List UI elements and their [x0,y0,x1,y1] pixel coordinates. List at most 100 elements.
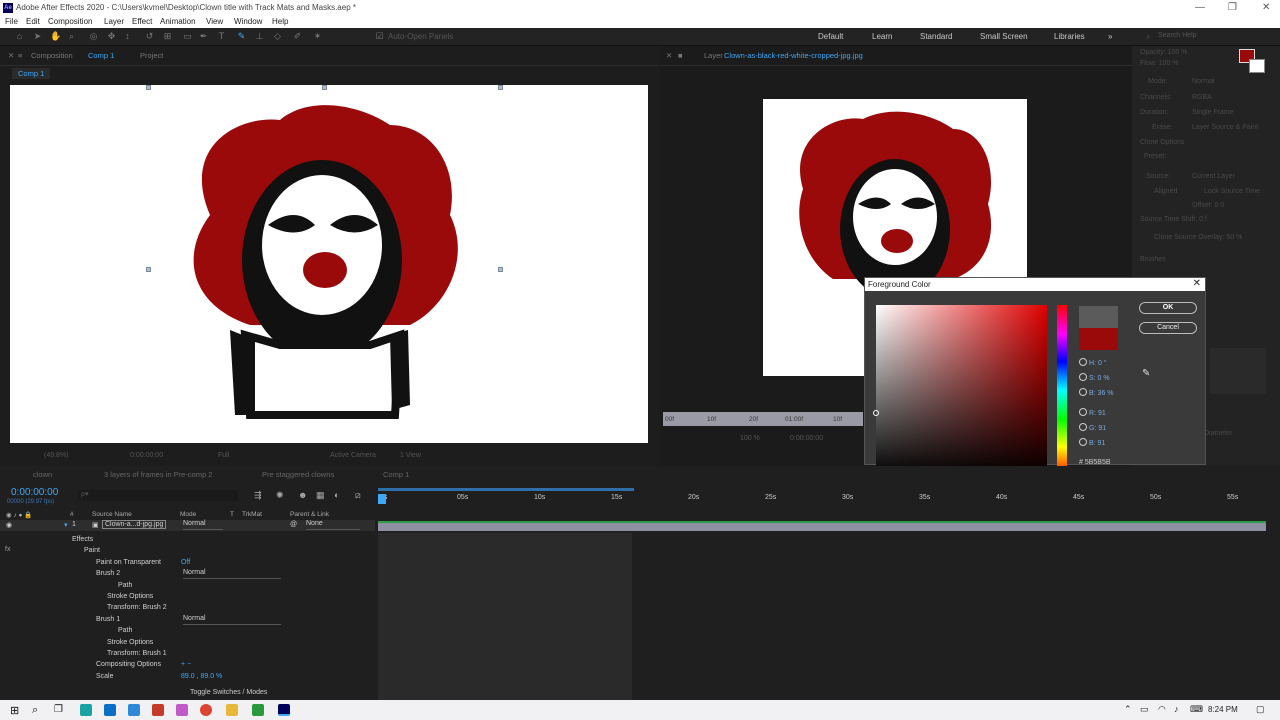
menu-effect[interactable]: Effect [132,17,152,26]
office-icon[interactable] [152,704,164,716]
saturation-radio[interactable]: S: 0 % [1079,373,1110,382]
search-icon[interactable]: ⌕ [32,704,44,716]
brush-mode-select[interactable]: Normal [183,615,281,625]
property-value[interactable]: 89.0 , 89.0 % [181,673,222,680]
cancel-button[interactable]: Cancel [1139,322,1197,334]
brightness-radio[interactable]: B: 36 % [1079,388,1114,397]
layer-tab-label[interactable]: Layer [704,51,723,60]
brightness-value[interactable]: B: 36 % [1089,390,1114,397]
channels-select[interactable]: RGBA [1192,94,1212,101]
brush-mode-select[interactable]: Normal [183,569,281,580]
comp-mini-flowchart-icon[interactable]: ⇶ [254,490,262,501]
clone-stamp-tool-icon[interactable]: ⊥ [254,31,265,42]
views-select[interactable]: 1 View [400,452,421,459]
rectangle-tool-icon[interactable]: ▭ [182,31,193,42]
eraser-tool-icon[interactable]: ◇ [272,31,283,42]
after-effects-taskbar-icon[interactable] [278,704,290,716]
workspace-default[interactable]: Default [818,32,843,41]
property-row[interactable]: Transform: Brush 1 [0,649,375,660]
rotate-tool-icon[interactable]: ↺ [144,31,155,42]
property-row[interactable]: Stroke Options [0,592,375,603]
property-row[interactable]: Stroke Options [0,638,375,649]
shy-layers-icon[interactable]: ☻ [298,490,307,500]
background-color-swatch[interactable] [1249,59,1265,73]
auto-open-checkbox[interactable]: ☑ [374,31,385,42]
eyedropper-icon[interactable]: ✎ [1142,368,1150,379]
expand-triangle-icon[interactable]: ▾ [64,521,68,529]
hex-value[interactable]: 5B5B5B [1085,459,1111,466]
transform-handle[interactable] [498,267,503,272]
source-time-shift[interactable]: Source Time Shift: 0 f [1140,216,1207,223]
blue-radio[interactable]: B: 91 [1079,438,1105,447]
timeline-tab-comp1[interactable]: Comp 1 [383,470,409,479]
transform-handle[interactable] [322,85,327,90]
motion-blur-icon[interactable]: ◐ [334,490,339,500]
chrome-icon[interactable] [200,704,212,716]
transform-handle[interactable] [146,85,151,90]
dolly-tool-icon[interactable]: ↕ [122,31,133,42]
selection-tool-icon[interactable]: ➤ [32,31,43,42]
duration-select[interactable]: Single Frame [1192,109,1234,116]
close-icon[interactable]: ✕ [1193,278,1201,289]
network-icon[interactable]: ▭ [1140,704,1149,715]
lock-source-time-checkbox[interactable]: Lock Source Time [1204,188,1260,195]
active-camera-select[interactable]: Active Camera [330,452,376,459]
current-time-display[interactable]: 0:00:00:00 [11,487,58,498]
layer-row[interactable]: ◉ ▾ 1 ▣ Clown-a...d-jpg.jpg Normal @ Non… [0,520,375,531]
layer-search-input[interactable]: ρ▾ [78,490,238,501]
roto-brush-tool-icon[interactable]: ✐ [292,31,303,42]
playhead[interactable] [378,494,386,504]
eye-icon[interactable]: ◉ [6,521,12,529]
store-icon[interactable] [128,704,140,716]
offset-field[interactable]: Offset: 0 0 [1192,202,1224,209]
orbit-tool-icon[interactable]: ◎ [88,31,99,42]
draft-3d-icon[interactable]: ✺ [276,490,284,501]
ok-button[interactable]: OK [1139,302,1197,314]
clone-overlay-checkbox[interactable]: Clone Source Overlay: 50 % [1154,234,1242,241]
layer-name[interactable]: Clown-a...d-jpg.jpg [102,520,167,529]
menu-edit[interactable]: Edit [26,17,40,26]
time-graph[interactable]: 0s05s10s15s20s25s30s35s40s45s50s55s [376,484,1280,703]
close-icon[interactable]: ✕ [1262,2,1270,13]
composition-tab-name[interactable]: Comp 1 [88,51,114,60]
workspace-libraries[interactable]: Libraries [1054,32,1085,41]
search-icon[interactable]: ⌕ [1146,32,1150,42]
minimize-icon[interactable]: — [1195,2,1205,13]
panel-close-icon[interactable]: ✕ [666,51,672,60]
notifications-icon[interactable]: ▢ [1256,704,1265,715]
layer-duration-bar[interactable] [378,521,1266,531]
saturation-value[interactable]: S: 0 % [1089,375,1110,382]
workspace-small-screen[interactable]: Small Screen [980,32,1028,41]
aligned-checkbox[interactable]: Aligned [1154,188,1177,195]
property-row[interactable]: Paint [0,546,375,557]
photos-icon[interactable] [176,704,188,716]
erase-select[interactable]: Layer Source & Paint [1192,124,1258,131]
timeline-tab-clown[interactable]: clown [33,470,52,479]
flow-field[interactable]: Flow: 100 % [1140,60,1179,67]
property-row[interactable]: Effects [0,535,375,546]
color-field-cursor[interactable] [873,410,879,416]
mode-select[interactable]: Normal [1192,78,1215,85]
blue-value[interactable]: B: 91 [1089,440,1105,447]
menu-composition[interactable]: Composition [48,17,92,26]
more-workspaces-icon[interactable]: » [1108,32,1112,41]
toggle-switches-modes[interactable]: Toggle Switches / Modes [190,689,267,696]
red-radio[interactable]: R: 91 [1079,408,1106,417]
pan-tool-icon[interactable]: ✥ [106,31,117,42]
puppet-tool-icon[interactable]: ✶ [312,31,323,42]
search-help-input[interactable]: Search Help [1158,32,1208,43]
menu-animation[interactable]: Animation [160,17,196,26]
brush-tool-icon[interactable]: ✎ [236,31,247,42]
menu-layer[interactable]: Layer [104,17,124,26]
lock-icon[interactable]: ■ [678,51,683,60]
menu-view[interactable]: View [206,17,223,26]
graph-editor-icon[interactable]: ⧄ [355,490,361,501]
opacity-field[interactable]: Opacity: 100 % [1140,49,1187,56]
menu-help[interactable]: Help [272,17,288,26]
zoom-tool-icon[interactable]: ⌕ [66,31,77,42]
wifi-icon[interactable]: ◠ [1158,704,1166,715]
layer-time[interactable]: 0:00:00:00 [790,435,823,442]
property-row[interactable]: Path [0,626,375,637]
property-row[interactable]: Transform: Brush 2 [0,603,375,614]
keyboard-icon[interactable]: ⌨ [1190,704,1203,715]
